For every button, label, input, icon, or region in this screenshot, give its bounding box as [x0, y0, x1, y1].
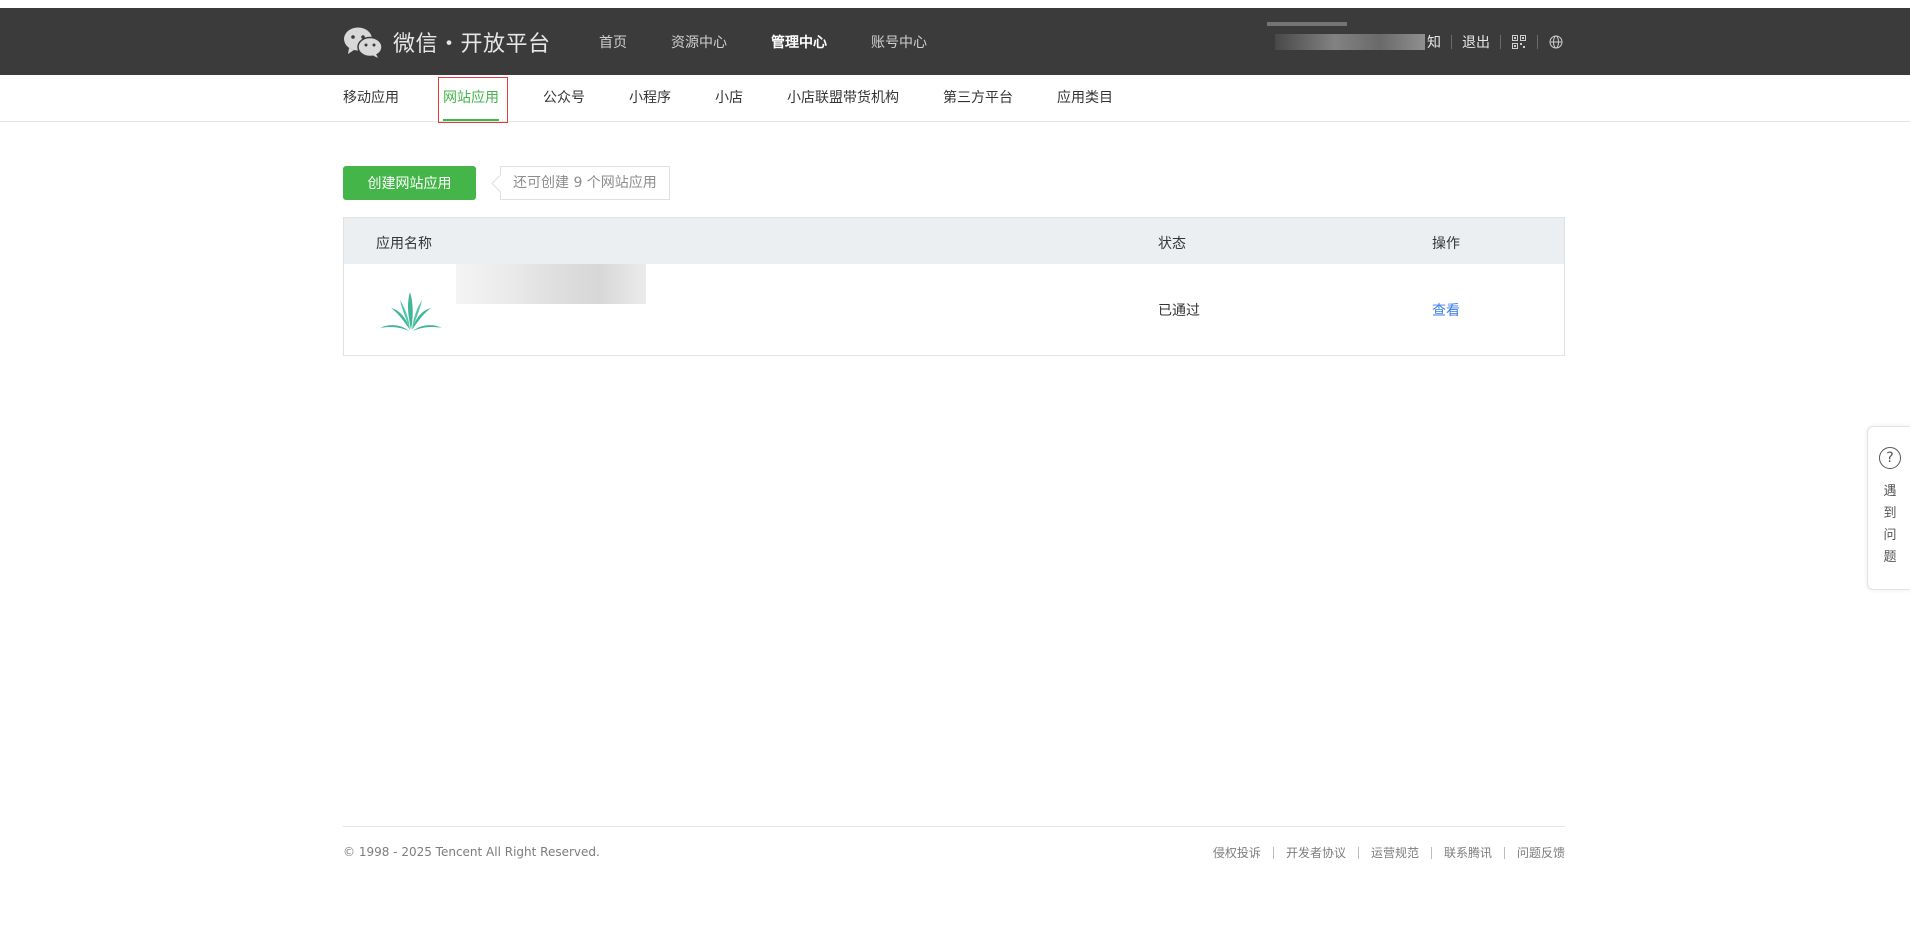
user-area: 知 退出: [1275, 32, 1564, 52]
nav-account-center[interactable]: 账号中心: [871, 32, 927, 52]
main-nav: 首页 资源中心 管理中心 账号中心: [599, 32, 971, 52]
app-status: 已通过: [1158, 303, 1200, 319]
footer-link-developer-agreement[interactable]: 开发者协议: [1286, 844, 1346, 861]
tab-third-party-platform[interactable]: 第三方平台: [943, 75, 1013, 121]
divider: [1503, 846, 1505, 859]
brand-title: 微信・开放平台: [393, 32, 551, 57]
question-circle-icon: ?: [1879, 447, 1901, 469]
nav-resource-center[interactable]: 资源中心: [671, 32, 727, 52]
divider: [1272, 846, 1274, 859]
top-strip: [0, 0, 1910, 8]
help-float-button[interactable]: ? 遇到问题: [1867, 426, 1910, 590]
footer-divider: [343, 826, 1565, 827]
top-navigation-bar: 微信・开放平台 首页 资源中心 管理中心 账号中心 知 退出: [0, 8, 1910, 75]
sub-navigation: 移动应用 网站应用 公众号 小程序 小店 小店联盟带货机构 第三方平台 应用类目: [0, 75, 1910, 122]
divider: [1451, 35, 1452, 49]
qrcode-icon[interactable]: [1511, 34, 1527, 50]
create-website-app-button[interactable]: 创建网站应用: [343, 166, 476, 200]
footer-links: 侵权投诉 开发者协议 运营规范 联系腾讯 问题反馈: [1213, 844, 1565, 861]
divider: [1357, 846, 1359, 859]
footer-link-infringement[interactable]: 侵权投诉: [1213, 844, 1261, 861]
subnav-tabs: 移动应用 网站应用 公众号 小程序 小店 小店联盟带货机构 第三方平台 应用类目: [343, 75, 1157, 121]
header-action: 操作: [1432, 236, 1460, 252]
tab-shop[interactable]: 小店: [715, 75, 743, 121]
wechat-logo-icon: [344, 27, 383, 58]
tab-official-accounts[interactable]: 公众号: [543, 75, 585, 121]
divider: [1500, 35, 1501, 49]
tab-shop-alliance[interactable]: 小店联盟带货机构: [787, 75, 899, 121]
remaining-quota-tip: 还可创建 9 个网站应用: [500, 166, 670, 200]
help-label: 遇到问题: [1883, 484, 1897, 565]
header-status: 状态: [1158, 236, 1186, 252]
brand[interactable]: 微信・开放平台: [343, 26, 551, 58]
footer-link-contact-tencent[interactable]: 联系腾讯: [1444, 844, 1492, 861]
app-table: 应用名称 状态 操作 已通过 查看: [343, 217, 1565, 356]
user-avatar-blurred: [1267, 22, 1347, 26]
nav-home[interactable]: 首页: [599, 32, 627, 52]
tab-mini-programs[interactable]: 小程序: [629, 75, 671, 121]
table-row: 已通过 查看: [344, 264, 1564, 356]
table-header: 应用名称 状态 操作: [344, 218, 1564, 264]
view-app-link[interactable]: 查看: [1432, 300, 1460, 320]
divider: [1430, 846, 1432, 859]
tab-mobile-apps[interactable]: 移动应用: [343, 75, 399, 121]
logout-link[interactable]: 退出: [1462, 32, 1490, 52]
tab-website-apps[interactable]: 网站应用: [443, 75, 499, 121]
header-app-name: 应用名称: [376, 236, 432, 252]
user-name-suffix[interactable]: 知: [1427, 32, 1441, 52]
footer-link-feedback[interactable]: 问题反馈: [1517, 844, 1565, 861]
globe-icon[interactable]: [1548, 34, 1564, 50]
app-leaf-icon: [380, 292, 442, 331]
copyright: © 1998 - 2025 Tencent All Right Reserved…: [343, 845, 600, 859]
app-name-blurred: [456, 264, 646, 304]
tab-app-categories[interactable]: 应用类目: [1057, 75, 1113, 121]
user-name-blurred[interactable]: [1275, 34, 1425, 50]
nav-management-center[interactable]: 管理中心: [771, 32, 827, 52]
divider: [1537, 35, 1538, 49]
footer-link-operation-rules[interactable]: 运营规范: [1371, 844, 1419, 861]
